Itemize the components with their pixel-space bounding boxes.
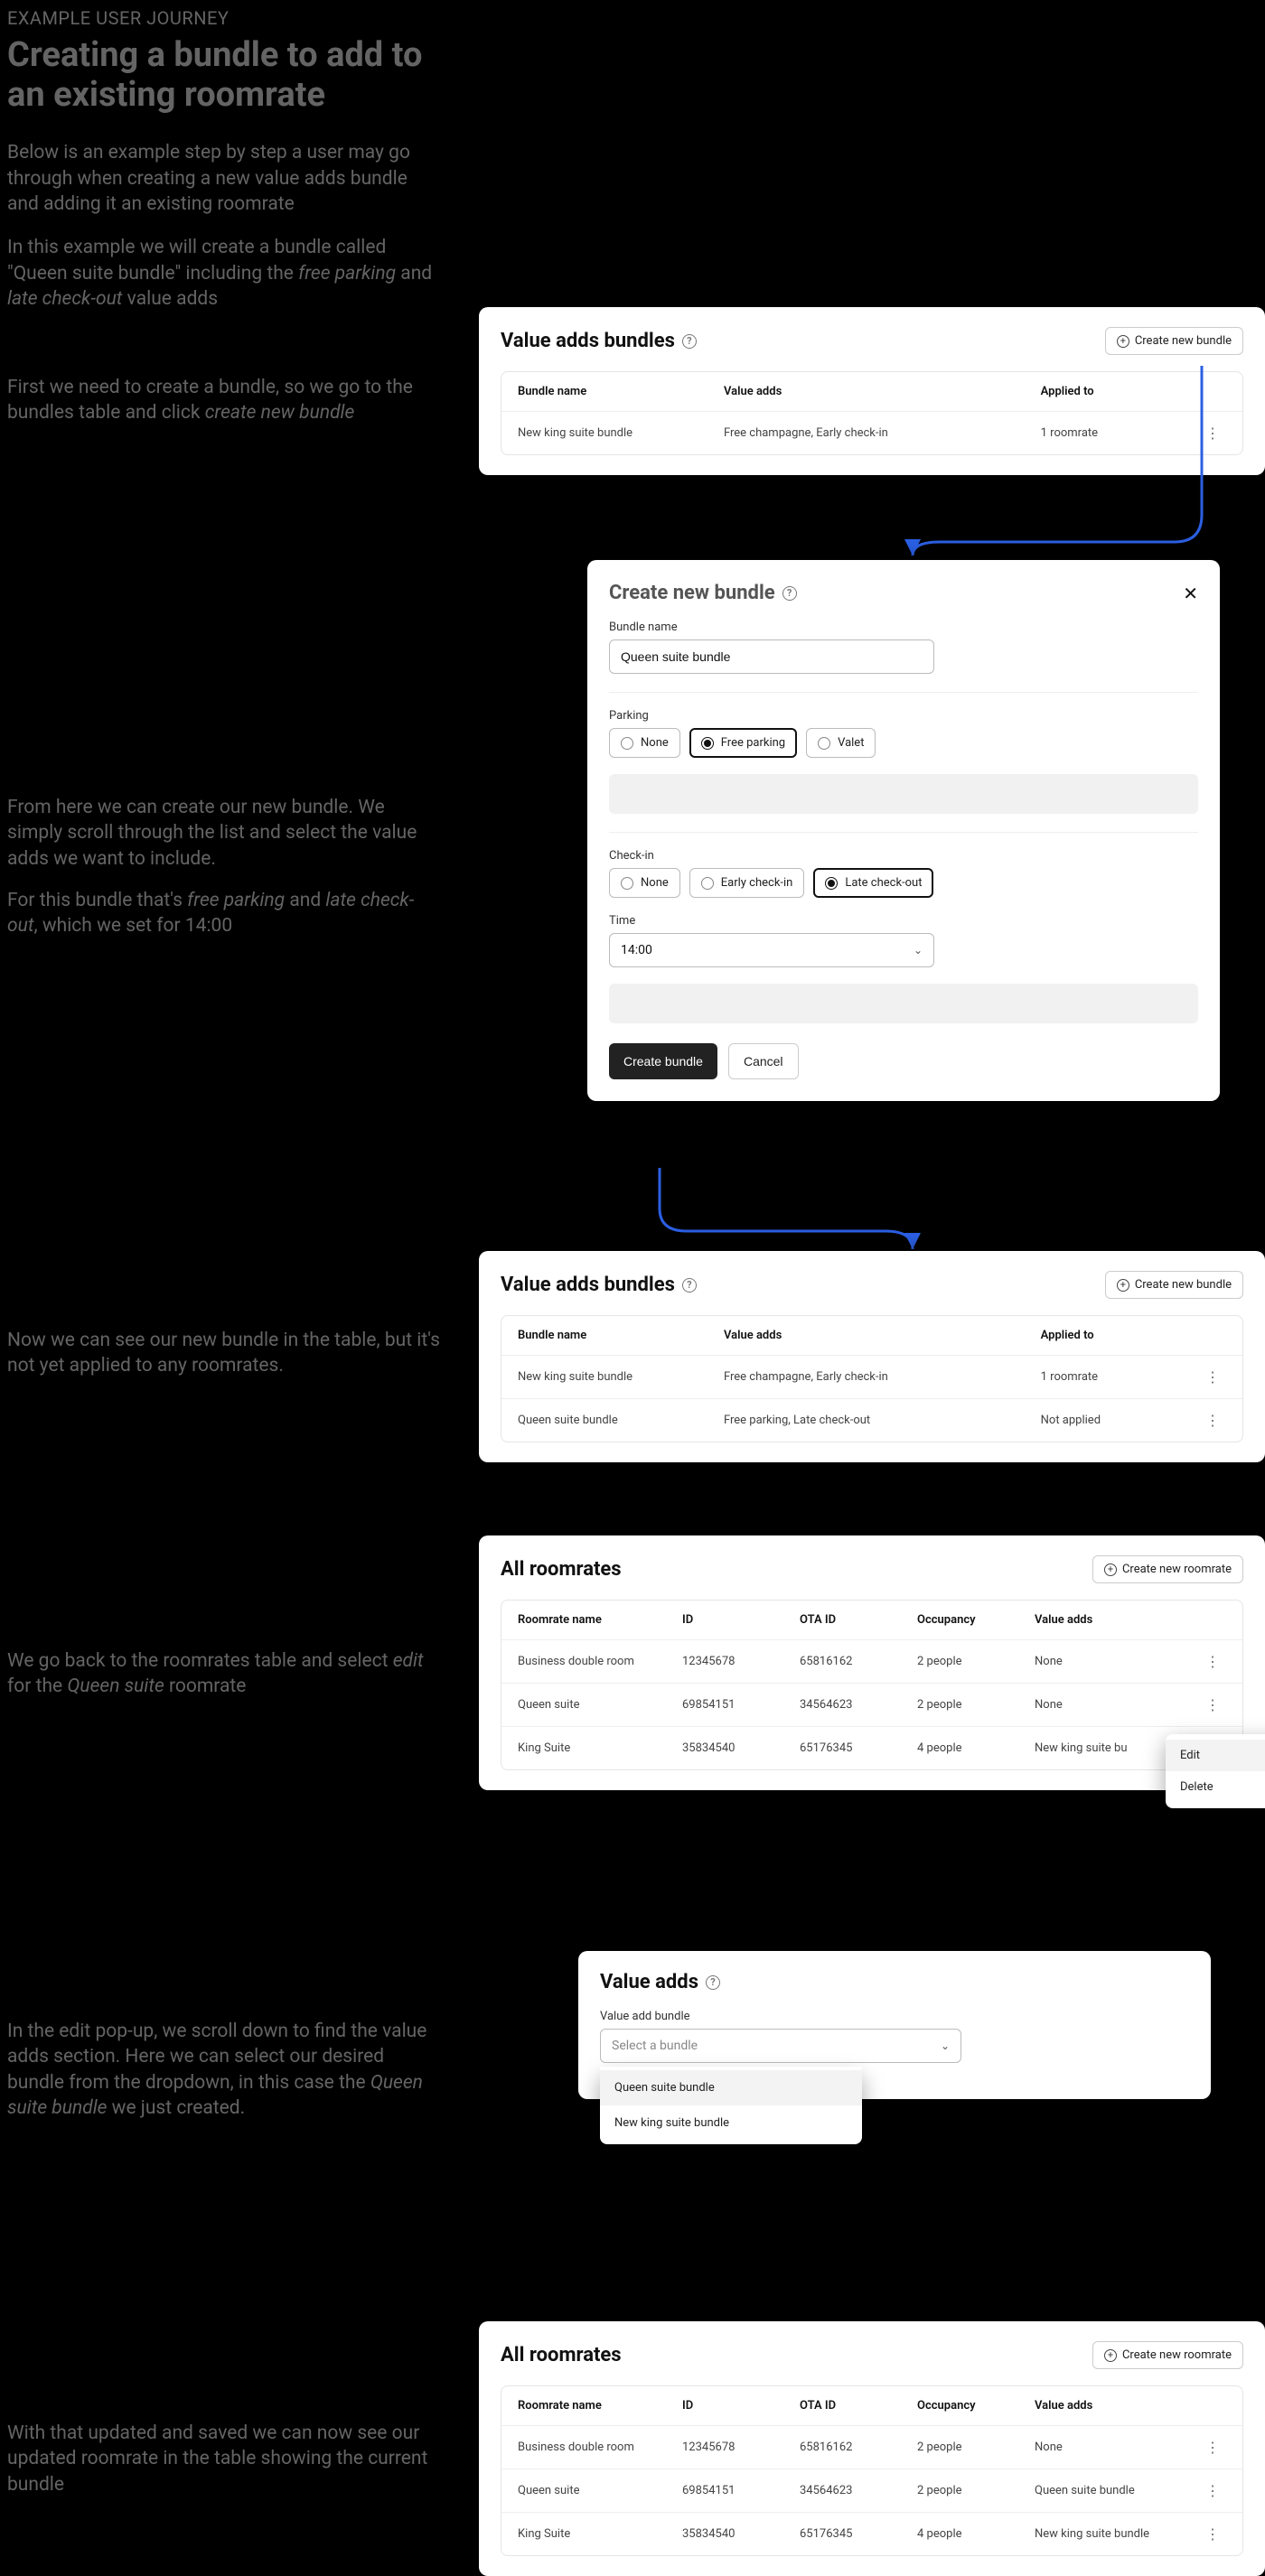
table-row: King Suite 35834540 65176345 4 people Ne…	[501, 1726, 1242, 1769]
cancel-button[interactable]: Cancel	[728, 1043, 799, 1079]
help-icon[interactable]: ?	[706, 1975, 720, 1990]
page-title: Creating a bundle to add to an existing …	[7, 36, 441, 115]
placeholder-block	[609, 774, 1198, 814]
create-roomrate-button[interactable]: + Create new roomrate	[1092, 1555, 1243, 1583]
row-menu-icon[interactable]: ⋮	[1199, 1412, 1226, 1429]
panel-title: Value adds ?	[600, 1971, 1189, 1993]
plus-icon: +	[1104, 1563, 1117, 1576]
caption-1: First we need to create a bundle, so we …	[7, 375, 441, 426]
checkin-label: Check-in	[609, 849, 1198, 863]
row-menu-icon[interactable]: ⋮	[1199, 425, 1226, 442]
row-menu-icon[interactable]: ⋮	[1199, 1653, 1226, 1670]
create-bundle-button[interactable]: + Create new bundle	[1105, 1271, 1243, 1299]
col-adds: Value adds	[724, 385, 1041, 398]
bundle-name-input[interactable]	[609, 639, 934, 674]
time-label: Time	[609, 914, 1198, 928]
create-roomrate-button[interactable]: + Create new roomrate	[1092, 2341, 1243, 2369]
help-icon[interactable]: ?	[682, 1278, 697, 1293]
parking-none[interactable]: None	[609, 728, 680, 758]
bundle-name-label: Bundle name	[609, 621, 1198, 634]
roomrates-panel-1: All roomrates + Create new roomrate Room…	[479, 1535, 1265, 1790]
eyebrow: EXAMPLE USER JOURNEY	[7, 7, 441, 29]
checkin-late[interactable]: Late check-out	[813, 868, 933, 898]
table-row: Business double room 12345678 65816162 2…	[501, 1639, 1242, 1683]
value-add-bundle-select[interactable]: Select a bundle ⌄	[600, 2029, 961, 2063]
row-menu-icon[interactable]: ⋮	[1199, 2439, 1226, 2456]
table-row: New king suite bundle Free champagne, Ea…	[501, 1355, 1242, 1398]
modal-title: Create new bundle ?	[609, 582, 797, 604]
chevron-down-icon: ⌄	[914, 944, 923, 957]
menu-edit[interactable]: Edit	[1166, 1740, 1265, 1771]
create-bundle-modal: Create new bundle ? ✕ Bundle name Parkin…	[587, 560, 1220, 1101]
value-add-bundle-label: Value add bundle	[600, 2010, 1189, 2023]
checkin-radio-group: None Early check-in Late check-out	[609, 868, 1198, 898]
roomrates-table: Roomrate name ID OTA ID Occupancy Value …	[501, 2385, 1243, 2556]
caption-6: With that updated and saved we can now s…	[7, 2421, 441, 2497]
parking-valet[interactable]: Valet	[806, 728, 876, 758]
menu-delete[interactable]: Delete	[1166, 1771, 1265, 1803]
row-menu-icon[interactable]: ⋮	[1199, 2525, 1226, 2543]
intro-2: In this example we will create a bundle …	[7, 235, 441, 312]
panel-title: Value adds bundles ?	[501, 330, 697, 352]
caption-4: We go back to the roomrates table and se…	[7, 1648, 441, 1700]
time-select[interactable]: 14:00 ⌄	[609, 933, 934, 967]
table-row: Queen suite 69854151 34564623 2 people Q…	[501, 2469, 1242, 2512]
bundles-table: Bundle name Value adds Applied to New ki…	[501, 371, 1243, 455]
help-icon[interactable]: ?	[682, 334, 697, 349]
panel-title: All roomrates	[501, 1558, 622, 1581]
panel-title: Value adds bundles ?	[501, 1274, 697, 1296]
help-icon[interactable]: ?	[782, 586, 797, 601]
plus-icon: +	[1117, 1279, 1129, 1292]
caption-2: From here we can create our new bundle. …	[7, 795, 441, 939]
parking-free[interactable]: Free parking	[689, 728, 797, 758]
row-menu: Edit Delete	[1166, 1734, 1265, 1808]
checkin-early[interactable]: Early check-in	[689, 868, 805, 898]
table-row: Business double room 12345678 65816162 2…	[501, 2425, 1242, 2469]
caption-3: Now we can see our new bundle in the tab…	[7, 1328, 441, 1379]
row-menu-icon[interactable]: ⋮	[1199, 2482, 1226, 2499]
table-row: Queen suite 69854151 34564623 2 people N…	[501, 1683, 1242, 1726]
col-applied: Applied to	[1041, 385, 1199, 398]
create-bundle-button[interactable]: + Create new bundle	[1105, 327, 1243, 355]
bundle-dropdown: Queen suite bundle New king suite bundle	[600, 2067, 862, 2144]
row-menu-icon[interactable]: ⋮	[1199, 1696, 1226, 1713]
table-row: Queen suite bundle Free parking, Late ch…	[501, 1398, 1242, 1442]
table-row: New king suite bundle Free champagne, Ea…	[501, 411, 1242, 454]
chevron-down-icon: ⌄	[941, 2039, 950, 2052]
bundles-panel-2: Value adds bundles ? + Create new bundle…	[479, 1251, 1265, 1462]
roomrates-panel-2: All roomrates + Create new roomrate Room…	[479, 2321, 1265, 2576]
plus-icon: +	[1117, 335, 1129, 348]
bundles-table: Bundle name Value adds Applied to New ki…	[501, 1315, 1243, 1442]
placeholder-block	[609, 984, 1198, 1023]
parking-radio-group: None Free parking Valet	[609, 728, 1198, 758]
parking-label: Parking	[609, 709, 1198, 723]
close-icon[interactable]: ✕	[1183, 583, 1198, 604]
plus-icon: +	[1104, 2349, 1117, 2362]
roomrates-table: Roomrate name ID OTA ID Occupancy Value …	[501, 1600, 1243, 1770]
checkin-none[interactable]: None	[609, 868, 680, 898]
caption-5: In the edit pop-up, we scroll down to fi…	[7, 2019, 441, 2121]
dropdown-option[interactable]: Queen suite bundle	[600, 2070, 862, 2105]
row-menu-icon[interactable]: ⋮	[1199, 1368, 1226, 1386]
col-name: Bundle name	[518, 385, 724, 398]
intro-1: Below is an example step by step a user …	[7, 140, 441, 217]
panel-title: All roomrates	[501, 2344, 622, 2366]
dropdown-option[interactable]: New king suite bundle	[600, 2105, 862, 2141]
value-adds-section: Value adds ? Value add bundle Select a b…	[578, 1951, 1211, 2099]
create-bundle-submit[interactable]: Create bundle	[609, 1043, 717, 1079]
bundles-panel-1: Value adds bundles ? + Create new bundle…	[479, 307, 1265, 475]
table-row: King Suite 35834540 65176345 4 people Ne…	[501, 2512, 1242, 2555]
